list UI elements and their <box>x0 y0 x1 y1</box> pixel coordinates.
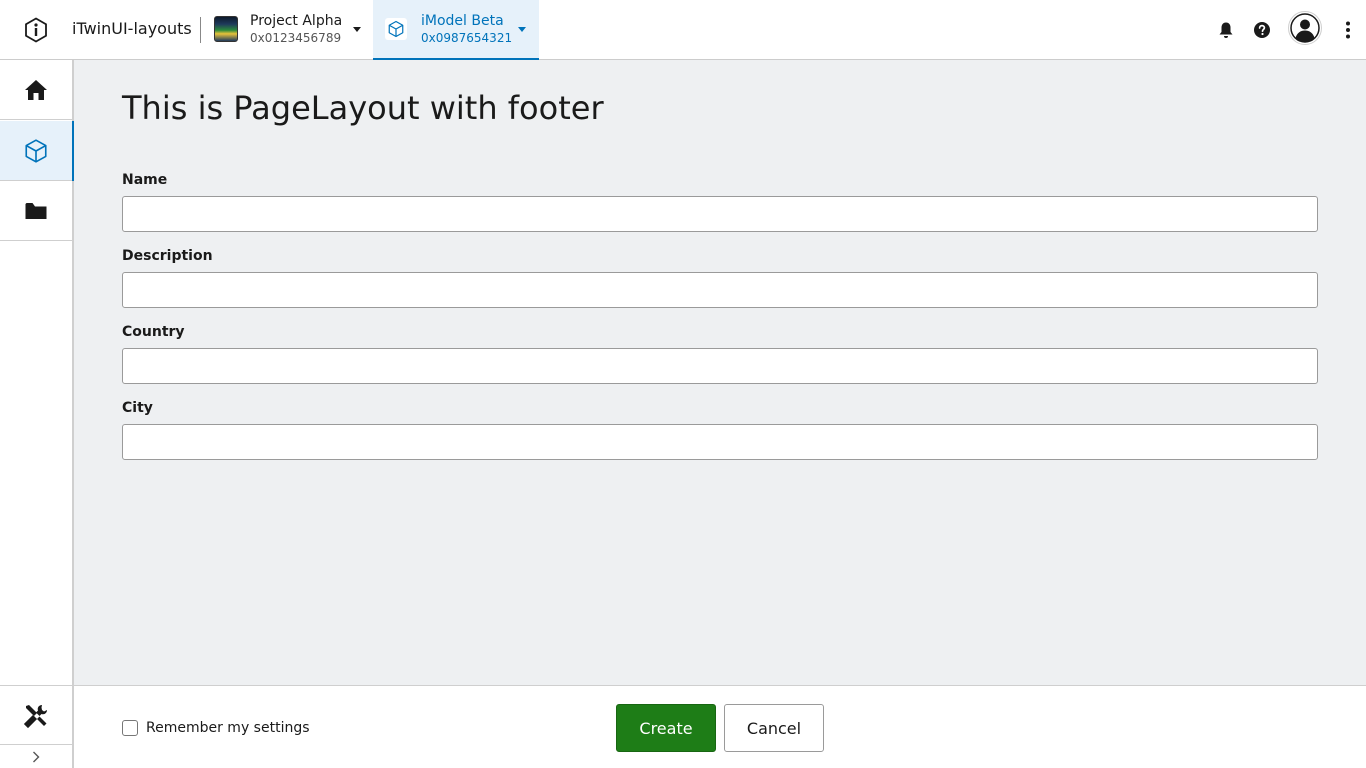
chevron-right-icon <box>33 751 40 762</box>
cube-icon <box>25 138 47 163</box>
page-content: This is PageLayout with footer Name Desc… <box>74 60 1366 685</box>
caret-down-icon <box>518 27 526 32</box>
remember-checkbox[interactable] <box>122 720 138 736</box>
bell-icon <box>1219 22 1233 38</box>
description-label: Description <box>122 248 213 264</box>
sidebar-item-settings[interactable] <box>0 685 72 745</box>
city-label: City <box>122 400 153 416</box>
page-footer: Remember my settings Create Cancel <box>74 685 1366 768</box>
more-vertical-icon <box>1346 21 1350 39</box>
imodel-thumbnail <box>385 18 407 40</box>
notifications-button[interactable] <box>1214 18 1238 42</box>
project-thumbnail <box>214 16 238 42</box>
itwin-logo-button[interactable] <box>16 10 56 50</box>
sidebar-item-imodel[interactable] <box>0 121 74 181</box>
side-navigation <box>0 60 74 768</box>
name-label: Name <box>122 172 168 188</box>
sidebar-item-home[interactable] <box>0 60 72 120</box>
itwin-logo-icon <box>25 17 47 43</box>
more-options-button[interactable] <box>1336 18 1360 42</box>
name-input[interactable] <box>122 196 1318 232</box>
title-divider <box>200 17 201 43</box>
app-title[interactable]: iTwinUI-layouts <box>72 18 192 40</box>
description-input[interactable] <box>122 272 1318 308</box>
caret-down-icon <box>353 27 361 32</box>
imodel-id: 0x0987654321 <box>421 31 513 45</box>
country-input[interactable] <box>122 348 1318 384</box>
remember-label: Remember my settings <box>146 720 310 736</box>
home-icon <box>25 79 47 100</box>
remember-settings[interactable]: Remember my settings <box>122 719 310 737</box>
tools-icon <box>23 704 47 728</box>
folder-icon <box>25 202 47 219</box>
help-icon <box>1254 22 1270 38</box>
imodel-name: iModel Beta <box>421 13 504 29</box>
app-header: iTwinUI-layouts Project Alpha 0x01234567… <box>0 0 1366 60</box>
cube-icon <box>388 20 404 38</box>
project-selector[interactable]: Project Alpha 0x0123456789 <box>204 0 372 59</box>
country-label: Country <box>122 324 185 340</box>
cancel-button[interactable]: Cancel <box>724 704 824 752</box>
page-title: This is PageLayout with footer <box>122 89 604 127</box>
help-button[interactable] <box>1250 18 1274 42</box>
project-name: Project Alpha <box>250 13 343 29</box>
sidebar-item-documents[interactable] <box>0 181 72 241</box>
user-avatar[interactable] <box>1288 11 1322 45</box>
create-button[interactable]: Create <box>616 704 716 752</box>
user-avatar-icon <box>1290 13 1320 43</box>
imodel-selector[interactable]: iModel Beta 0x0987654321 <box>373 0 539 60</box>
city-input[interactable] <box>122 424 1318 460</box>
project-id: 0x0123456789 <box>250 31 342 45</box>
sidebar-expand-button[interactable] <box>0 744 72 768</box>
